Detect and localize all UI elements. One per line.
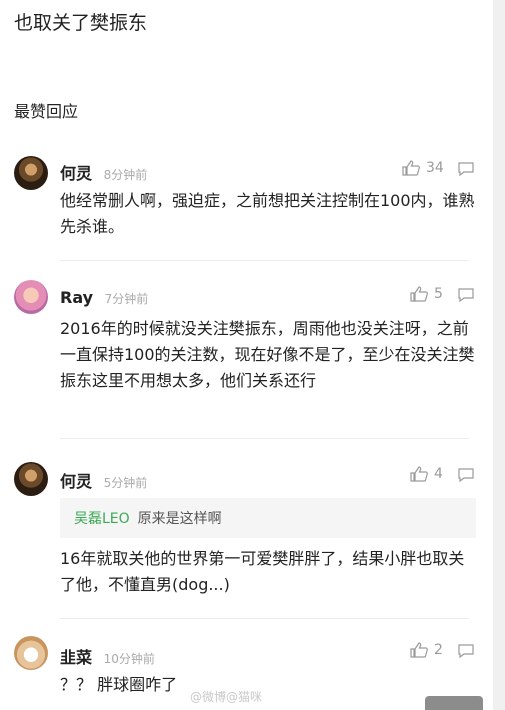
- like-button[interactable]: 2: [410, 642, 443, 658]
- comment-time: 5分钟前: [103, 476, 148, 490]
- like-count: 5: [434, 286, 443, 302]
- reply-icon[interactable]: [458, 288, 474, 302]
- like-count: 34: [426, 160, 444, 176]
- divider: [60, 260, 469, 261]
- like-button[interactable]: 5: [410, 286, 443, 302]
- quoted-user[interactable]: 吴磊LEO: [74, 508, 130, 528]
- thumbs-up-icon: [410, 466, 428, 482]
- comment-time: 10分钟前: [103, 652, 155, 666]
- reply-icon[interactable]: [458, 162, 474, 176]
- corner-badge: [425, 696, 483, 710]
- comment-item: 何灵 8分钟前 34 他经常删人啊，强迫症，之前想把关注控制在100内，谁熟先杀…: [0, 150, 493, 261]
- thumbs-up-icon: [410, 286, 428, 302]
- thumbs-up-icon: [402, 160, 420, 176]
- post-text: 也取关了樊振东: [14, 12, 148, 34]
- author-name[interactable]: 韭菜: [60, 648, 92, 667]
- section-title: 最赞回应: [14, 102, 79, 121]
- quoted-text: 原来是这样啊: [137, 511, 222, 527]
- like-button[interactable]: 4: [410, 466, 443, 482]
- quoted-reply: 吴磊LEO 原来是这样啊: [60, 498, 476, 538]
- comment-text: ？？ 胖球圈咋了: [60, 675, 178, 694]
- like-count: 4: [434, 466, 443, 482]
- author-name[interactable]: Ray: [60, 288, 93, 307]
- comment-text: 他经常删人啊，强迫症，之前想把关注控制在100内，谁熟先杀谁。: [60, 191, 475, 236]
- comment-author[interactable]: Ray 7分钟前: [60, 288, 148, 307]
- avatar[interactable]: [14, 636, 48, 670]
- reply-icon[interactable]: [458, 644, 474, 658]
- comment-item: Ray 7分钟前 5 2016年的时候就没关注樊振东，周雨他也没关注呀，之前一直…: [0, 278, 493, 439]
- comment-author[interactable]: 何灵 8分钟前: [60, 160, 147, 184]
- reply-icon[interactable]: [458, 468, 474, 482]
- watermark: @微博@猫咪: [190, 690, 263, 704]
- author-name[interactable]: 何灵: [60, 472, 92, 491]
- scrollbar[interactable]: [493, 0, 505, 710]
- avatar[interactable]: [14, 156, 48, 190]
- avatar[interactable]: [14, 462, 48, 496]
- comment-author[interactable]: 韭菜 10分钟前: [60, 644, 155, 668]
- comment-text: 16年就取关他的世界第一可爱樊胖胖了，结果小胖也取关了他，不懂直男(dog...…: [60, 549, 465, 594]
- avatar[interactable]: [14, 280, 48, 314]
- comment-time: 7分钟前: [104, 292, 149, 306]
- divider: [60, 618, 469, 619]
- thumbs-up-icon: [410, 642, 428, 658]
- comment-item: 何灵 5分钟前 4 吴磊LEO 原来是这样啊 16年就取关他的世界第一可爱樊胖胖…: [0, 458, 493, 619]
- comment-text: 2016年的时候就没关注樊振东，周雨他也没关注呀，之前一直保持100的关注数，现…: [60, 319, 475, 390]
- like-count: 2: [434, 642, 443, 658]
- divider: [60, 438, 469, 439]
- author-name[interactable]: 何灵: [60, 164, 92, 183]
- comment-author[interactable]: 何灵 5分钟前: [60, 468, 147, 492]
- comment-time: 8分钟前: [103, 168, 148, 182]
- like-button[interactable]: 34: [402, 160, 444, 176]
